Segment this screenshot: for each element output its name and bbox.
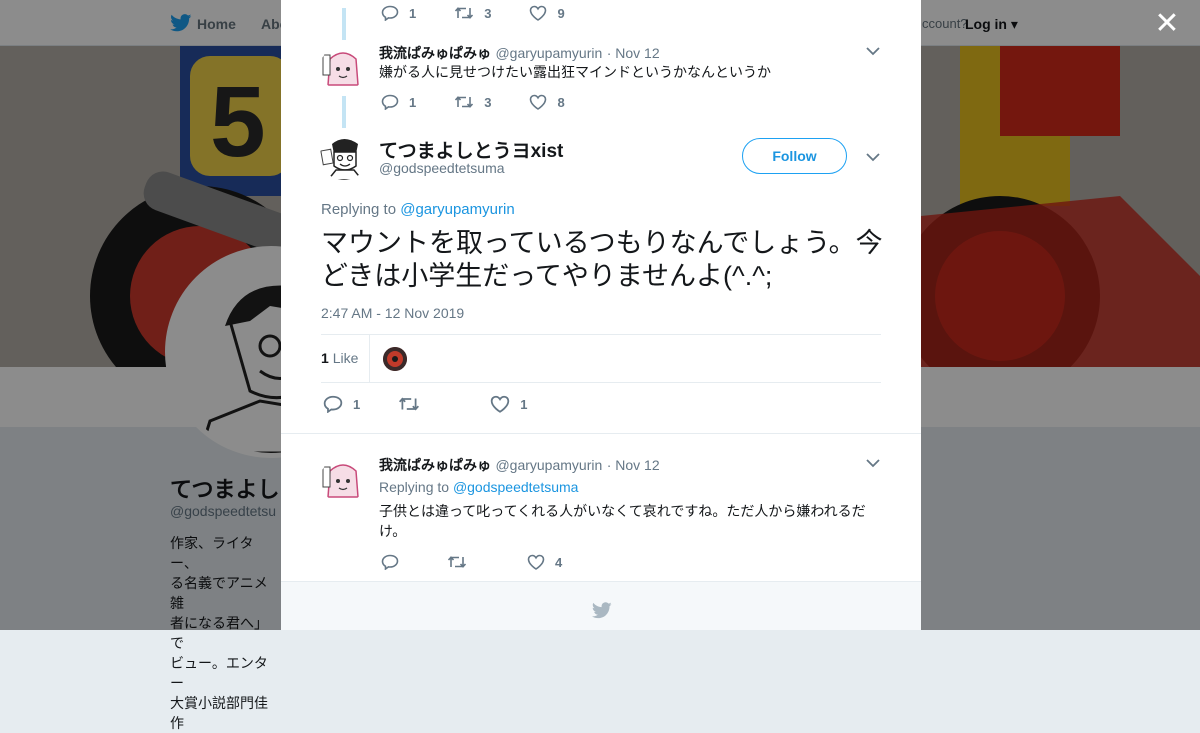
like-count-stat[interactable]: 1 Like [321, 350, 358, 366]
like-button[interactable]: 1 [490, 395, 527, 413]
divider [281, 433, 921, 434]
reply-button[interactable]: 1 [381, 5, 416, 21]
like-button[interactable]: 4 [527, 554, 562, 570]
like-icon [491, 395, 510, 413]
user-handle[interactable]: @garyupamyurin [495, 45, 602, 61]
tweet-timestamp[interactable]: 2:47 AM - 12 Nov 2019 [321, 305, 464, 321]
retweet-icon [399, 397, 420, 411]
tweet-actions: 1 3 8 [381, 92, 603, 112]
chevron-down-icon[interactable] [866, 152, 880, 162]
tweet-actions: 1 3 9 [381, 3, 603, 23]
like-button[interactable]: 8 [529, 94, 565, 110]
reply-button[interactable]: 1 [381, 94, 416, 110]
tweet-text: 子供とは違って叱ってくれる人がいなくて哀れですね。ただ人から嫌われるだけ。 [379, 503, 866, 539]
reply-icon [323, 395, 343, 413]
mention-link[interactable]: @godspeedtetsuma [453, 479, 579, 495]
tweet-text: 嫌がる人に見せつけたい露出狂マインドというかなんというか [379, 64, 771, 80]
tweet-header: 我流ぱみゅぱみゅ @garyupamyurin · Nov 12 [379, 455, 660, 475]
chevron-down-icon[interactable] [866, 458, 880, 468]
tweet-actions: 1 1 [323, 394, 565, 414]
user-name[interactable]: 我流ぱみゅぱみゅ [379, 45, 491, 61]
main-tweet-text: マウントを取っているつもりなんでしょう。今どきは小学生だってやりませんよ(^.^… [321, 228, 883, 291]
close-icon[interactable]: ✕ [1152, 9, 1182, 40]
liker-avatar[interactable] [383, 347, 407, 371]
replying-to: Replying to @godspeedtetsuma [379, 479, 579, 495]
retweet-icon [455, 7, 474, 19]
mention-link[interactable]: @garyupamyurin [400, 201, 514, 218]
retweet-button[interactable]: 3 [454, 94, 491, 110]
like-icon [530, 94, 547, 110]
user-name[interactable]: 我流ぱみゅぱみゅ [379, 457, 491, 473]
tweet-stats: 1 Like [321, 334, 881, 383]
divider [369, 335, 370, 382]
tweet-actions: 4 [381, 552, 600, 572]
modal-footer [281, 581, 921, 630]
reply-icon [381, 94, 399, 110]
retweet-button[interactable]: 3 [454, 5, 491, 21]
twitter-bird-icon [592, 602, 612, 619]
retweet-icon [447, 556, 467, 568]
like-icon [527, 554, 545, 570]
tweet-date[interactable]: · Nov 12 [607, 45, 660, 61]
follow-button[interactable]: Follow [742, 138, 847, 174]
avatar[interactable] [320, 457, 366, 503]
user-handle[interactable]: @godspeedtetsuma [379, 160, 505, 176]
like-icon [530, 5, 547, 21]
reply-icon [381, 554, 399, 570]
user-name[interactable]: てつまよしとうヨxist [379, 136, 563, 163]
retweet-button[interactable] [447, 554, 477, 570]
tweet-modal: 1 3 9 我流ぱみゅぱみゅ @garyupamyurin · Nov 12 嫌… [281, 0, 921, 630]
thread-connector-line [342, 96, 346, 128]
avatar[interactable] [320, 132, 368, 180]
tweet-header: 我流ぱみゅぱみゅ @garyupamyurin · Nov 12 [379, 43, 660, 63]
reply-icon [381, 5, 399, 21]
reply-button[interactable]: 1 [323, 395, 360, 413]
chevron-down-icon[interactable] [866, 46, 880, 56]
user-handle[interactable]: @garyupamyurin [495, 457, 602, 473]
tweet-date[interactable]: · Nov 12 [607, 457, 660, 473]
retweet-icon [455, 96, 474, 108]
thread-connector-line [342, 8, 346, 40]
avatar[interactable] [320, 45, 366, 91]
replying-to: Replying to @garyupamyurin [321, 201, 515, 218]
retweet-button[interactable] [398, 395, 430, 413]
reply-button[interactable] [381, 554, 409, 570]
like-button[interactable]: 9 [529, 5, 565, 21]
